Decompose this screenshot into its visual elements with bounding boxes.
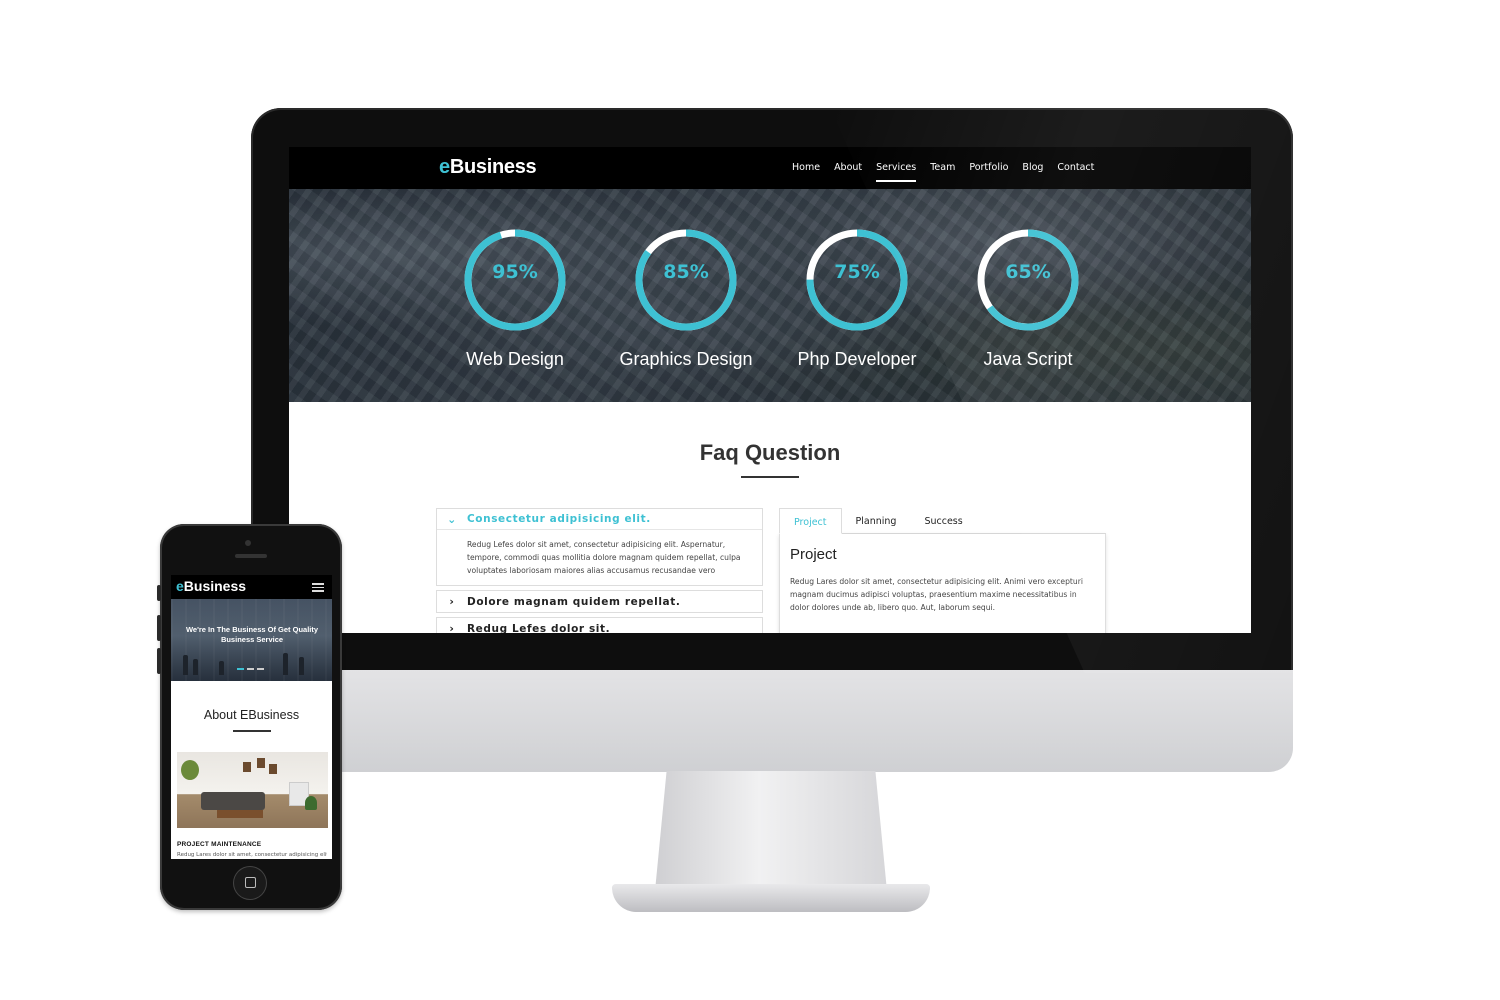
main-menu: Home About Services Team Portfolio Blog … bbox=[792, 162, 1108, 182]
faq-title-underline bbox=[741, 476, 799, 478]
phone-side-button bbox=[157, 585, 161, 601]
phone-volume-down bbox=[157, 648, 161, 674]
tab-panel: Project Redug Lares dolor sit amet, cons… bbox=[779, 534, 1106, 633]
chevron-down-icon: ⌄ bbox=[447, 512, 457, 526]
faq-item-open: ⌄ Consectetur adipisicing elit. Redug Le… bbox=[436, 508, 763, 586]
faq-question: Consectetur adipisicing elit. bbox=[467, 513, 651, 525]
faq-title: Faq Question bbox=[699, 440, 841, 465]
faq-question: Redug Lefes dolor sit. bbox=[467, 622, 611, 634]
logo-text: Business bbox=[449, 156, 537, 178]
tab-project[interactable]: Project bbox=[779, 508, 842, 534]
skill-percent: 75% bbox=[834, 261, 880, 283]
skill-label: Web Design bbox=[466, 349, 564, 369]
skills-hero: 95% Web Design 85% Graphics Design 75% P… bbox=[289, 189, 1251, 402]
mobile-logo[interactable]: eBusiness bbox=[176, 578, 246, 594]
hamburger-menu-icon[interactable] bbox=[312, 583, 324, 594]
mobile-hero-heading: We're In The Business Of Get Quality Bus… bbox=[185, 625, 319, 644]
tab-panel-title: Project bbox=[790, 546, 837, 563]
info-tabs: Project Planning Success Project Redug L… bbox=[779, 508, 1106, 633]
faq-question-toggle[interactable]: › Redug Lefes dolor sit. bbox=[437, 618, 762, 633]
hero-background-image bbox=[289, 189, 1251, 402]
skill-percent: 95% bbox=[492, 261, 538, 283]
faq-question: Dolore magnam quidem repellat. bbox=[467, 595, 681, 608]
skill-percent: 85% bbox=[663, 261, 709, 283]
phone-volume-up bbox=[157, 615, 161, 641]
tab-bar: Project Planning Success bbox=[779, 508, 1106, 534]
skill-label: Graphics Design bbox=[619, 349, 753, 369]
person-silhouette bbox=[183, 655, 188, 675]
tab-panel-text: Redug Lares dolor sit amet, consectetur … bbox=[790, 577, 1083, 612]
nav-services[interactable]: Services bbox=[876, 162, 917, 182]
skill-label: Php Developer bbox=[797, 349, 917, 369]
nav-contact[interactable]: Contact bbox=[1057, 162, 1094, 181]
person-silhouette bbox=[299, 657, 304, 675]
nav-about[interactable]: About bbox=[834, 162, 862, 181]
nav-team[interactable]: Team bbox=[930, 162, 955, 181]
faq-question-toggle[interactable]: › Dolore magnam quidem repellat. bbox=[437, 591, 762, 612]
home-square-icon bbox=[245, 877, 256, 888]
project-text: Redug Lares dolor sit amet, consectetur … bbox=[177, 852, 327, 858]
person-silhouette bbox=[283, 653, 288, 675]
nav-blog[interactable]: Blog bbox=[1022, 162, 1043, 181]
skill-percent: 65% bbox=[1005, 261, 1051, 283]
nav-portfolio[interactable]: Portfolio bbox=[969, 162, 1008, 181]
skill-php-developer: 75% Php Developer bbox=[787, 225, 927, 370]
living-room-image bbox=[177, 752, 328, 828]
mobile-navbar: eBusiness bbox=[171, 575, 332, 599]
chevron-right-icon: › bbox=[449, 622, 455, 633]
skill-graphics-design: 85% Graphics Design bbox=[616, 225, 756, 370]
site-logo[interactable]: eBusiness bbox=[439, 156, 537, 179]
skill-label: Java Script bbox=[983, 349, 1073, 369]
desktop-screen: eBusiness Home About Services Team Portf… bbox=[289, 147, 1251, 633]
faq-item: › Dolore magnam quidem repellat. bbox=[436, 590, 763, 613]
project-heading: PROJECT MAINTENANCE bbox=[177, 841, 262, 848]
about-title-underline bbox=[233, 730, 271, 732]
person-silhouette bbox=[193, 659, 198, 675]
imac-chin bbox=[251, 670, 1293, 772]
slider-dots[interactable] bbox=[237, 668, 264, 670]
skill-web-design: 95% Web Design bbox=[445, 225, 585, 370]
faq-question-toggle[interactable]: ⌄ Consectetur adipisicing elit. bbox=[437, 509, 762, 530]
imac-stand bbox=[655, 771, 887, 891]
faq-answer: Redug Lefes dolor sit amet, consectetur … bbox=[467, 540, 741, 575]
logo-prefix: e bbox=[439, 156, 450, 178]
logo-text: Business bbox=[183, 578, 247, 594]
mobile-about-title: About EBusiness bbox=[203, 708, 300, 722]
imac-base bbox=[612, 884, 930, 912]
logo-prefix: e bbox=[176, 578, 184, 594]
skill-java-script: 65% Java Script bbox=[958, 225, 1098, 370]
person-silhouette bbox=[219, 661, 224, 675]
faq-item: › Redug Lefes dolor sit. bbox=[436, 617, 763, 633]
phone-camera bbox=[245, 540, 251, 546]
nav-home[interactable]: Home bbox=[792, 162, 820, 181]
desktop-navbar: eBusiness Home About Services Team Portf… bbox=[289, 147, 1251, 189]
chevron-right-icon: › bbox=[449, 595, 455, 608]
mockup-stage: eBusiness Home About Services Team Portf… bbox=[0, 0, 1500, 1000]
tab-planning[interactable]: Planning bbox=[842, 508, 911, 533]
mobile-screen: eBusiness We're In The Business Of Get Q… bbox=[171, 575, 332, 859]
tab-success[interactable]: Success bbox=[910, 508, 976, 533]
phone-speaker bbox=[235, 554, 267, 558]
